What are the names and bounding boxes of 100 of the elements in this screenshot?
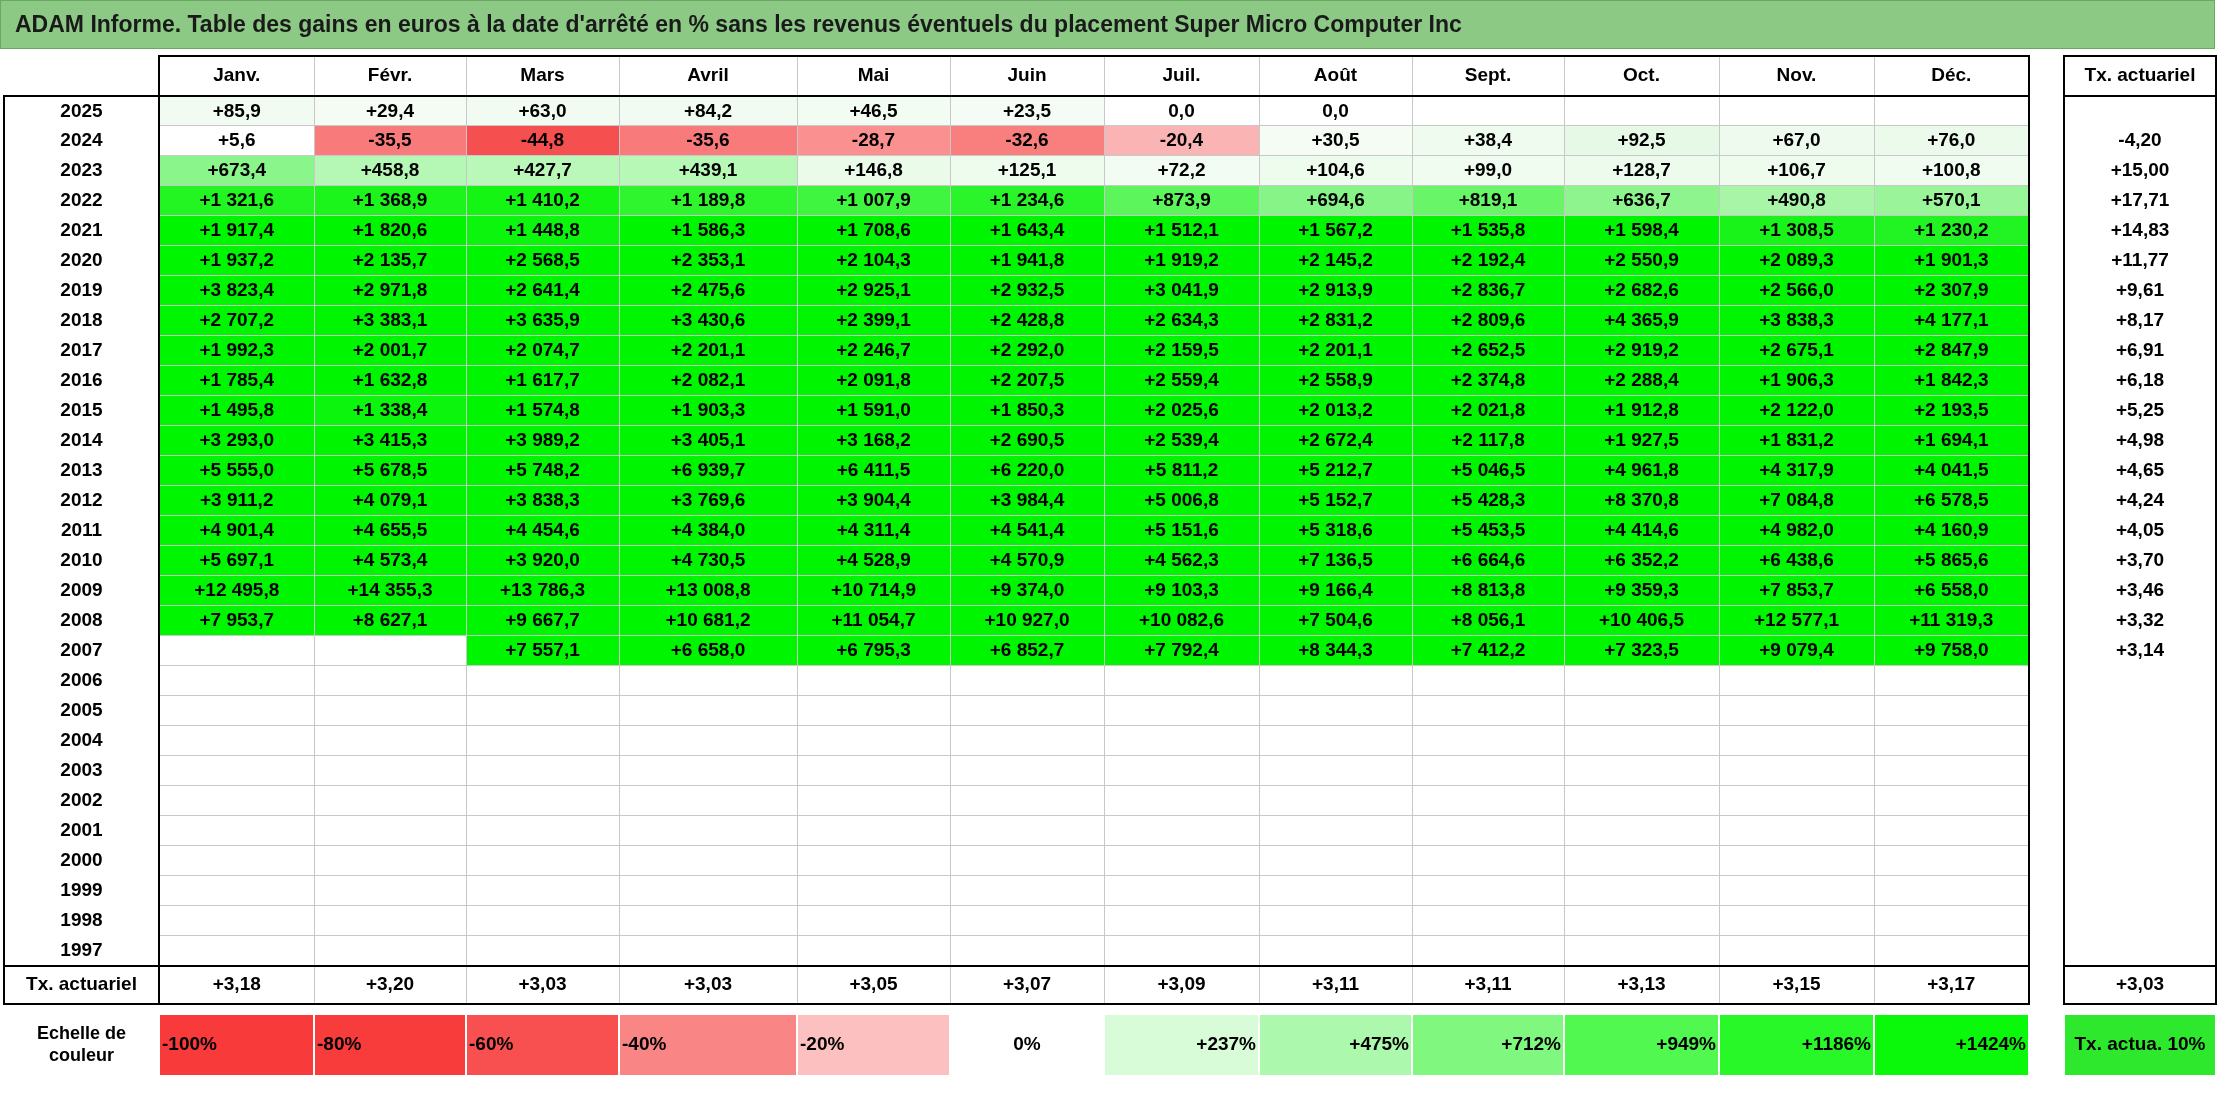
year-label: 2004: [4, 725, 159, 756]
table-cell: +5 748,2: [466, 455, 619, 486]
table-cell: +7 792,4: [1104, 635, 1259, 666]
table-cell: +10 927,0: [950, 605, 1104, 636]
month-header: Janv.: [159, 55, 314, 96]
table-cell: +12 577,1: [1719, 605, 1874, 636]
table-cell: +6 352,2: [1564, 545, 1719, 576]
table-cell: +5 865,6: [1874, 545, 2029, 576]
table-cell: +46,5: [797, 95, 950, 126]
table-cell: +6 220,0: [950, 455, 1104, 486]
table-cell: +99,0: [1412, 155, 1564, 186]
table-cell: +1 901,3: [1874, 245, 2029, 276]
table-cell: +4 901,4: [159, 515, 314, 546]
rate-value: +4,05: [2064, 515, 2216, 546]
table-cell: -44,8: [466, 125, 619, 156]
table-cell: +13 786,3: [466, 575, 619, 606]
table-cell: +2 558,9: [1259, 365, 1412, 396]
table-cell: -32,6: [950, 125, 1104, 156]
table-cell: +9 758,0: [1874, 635, 2029, 666]
scale-swatch: -20%: [797, 1013, 950, 1076]
table-cell: +3 041,9: [1104, 275, 1259, 306]
table-cell: +1 919,2: [1104, 245, 1259, 276]
table-cell: +2 539,4: [1104, 425, 1259, 456]
table-cell: +2 913,9: [1259, 275, 1412, 306]
rate-value: +3,70: [2064, 545, 2216, 576]
table-cell: +458,8: [314, 155, 466, 186]
table-cell: +125,1: [950, 155, 1104, 186]
table-cell: +67,0: [1719, 125, 1874, 156]
table-cell: +427,7: [466, 155, 619, 186]
table-cell: +146,8: [797, 155, 950, 186]
table-cell: +23,5: [950, 95, 1104, 126]
table-cell: +3,07: [950, 965, 1104, 1004]
table-cell: +636,7: [1564, 185, 1719, 216]
table-cell: +2 246,7: [797, 335, 950, 366]
table-cell: +2 399,1: [797, 305, 950, 336]
table-cell: +7 084,8: [1719, 485, 1874, 516]
table-cell: 0,0: [1259, 95, 1412, 126]
table-cell: +3,17: [1874, 965, 2029, 1004]
table-cell: +2 919,2: [1564, 335, 1719, 366]
table-cell: +673,4: [159, 155, 314, 186]
table-cell: +5 428,3: [1412, 485, 1564, 516]
table-cell: +3,11: [1412, 965, 1564, 1004]
table-cell: 0,0: [1104, 95, 1259, 126]
table-cell: +1 694,1: [1874, 425, 2029, 456]
table-cell: +1 591,0: [797, 395, 950, 426]
table-cell: +3 405,1: [619, 425, 797, 456]
table-cell: +2 122,0: [1719, 395, 1874, 426]
table-cell: +3 904,4: [797, 485, 950, 516]
table-cell: +10 681,2: [619, 605, 797, 636]
table-cell: +5 697,1: [159, 545, 314, 576]
table-cell: +14 355,3: [314, 575, 466, 606]
table-cell: +12 495,8: [159, 575, 314, 606]
table-cell: +1 643,4: [950, 215, 1104, 246]
table-cell: -35,5: [314, 125, 466, 156]
rate-value: +4,98: [2064, 425, 2216, 456]
table-cell: +6 852,7: [950, 635, 1104, 666]
year-label: 2002: [4, 785, 159, 816]
table-cell: +2 292,0: [950, 335, 1104, 366]
table-cell: +3,18: [159, 965, 314, 1004]
table-cell: +2 550,9: [1564, 245, 1719, 276]
table-cell: +5 212,7: [1259, 455, 1412, 486]
month-header: Mai: [797, 55, 950, 96]
table-cell: +1 321,6: [159, 185, 314, 216]
table-cell: +1 842,3: [1874, 365, 2029, 396]
table-cell: -28,7: [797, 125, 950, 156]
rate-value: +15,00: [2064, 155, 2216, 186]
table-cell: +100,8: [1874, 155, 2029, 186]
table-cell: +1 820,6: [314, 215, 466, 246]
table-cell: +7 504,6: [1259, 605, 1412, 636]
table-cell: +3 823,4: [159, 275, 314, 306]
table-cell: +2 001,7: [314, 335, 466, 366]
scale-swatch: +1186%: [1719, 1013, 1874, 1076]
table-cell: +1 617,7: [466, 365, 619, 396]
table-cell: +8 370,8: [1564, 485, 1719, 516]
table-cell: +1 992,3: [159, 335, 314, 366]
table-cell: +4 562,3: [1104, 545, 1259, 576]
table-cell: +1 903,3: [619, 395, 797, 426]
table-cell: +3 383,1: [314, 305, 466, 336]
table-cell: +4 730,5: [619, 545, 797, 576]
table-cell: +9 359,3: [1564, 575, 1719, 606]
table-cell: +13 008,8: [619, 575, 797, 606]
table-cell: +439,1: [619, 155, 797, 186]
table-cell: +2 847,9: [1874, 335, 2029, 366]
table-cell: +3 430,6: [619, 305, 797, 336]
table-cell: +1 850,3: [950, 395, 1104, 426]
table-cell: +5,6: [159, 125, 314, 156]
table-cell: +3,03: [619, 965, 797, 1004]
rate-value: +5,25: [2064, 395, 2216, 426]
table-cell: +3 168,2: [797, 425, 950, 456]
rate-value: +3,14: [2064, 635, 2216, 666]
table-cell: +2 809,6: [1412, 305, 1564, 336]
table-cell: +2 682,6: [1564, 275, 1719, 306]
table-cell: +2 159,5: [1104, 335, 1259, 366]
table-cell: +4 982,0: [1719, 515, 1874, 546]
table-cell: +84,2: [619, 95, 797, 126]
rate-value: +4,24: [2064, 485, 2216, 516]
table-cell: +1 189,8: [619, 185, 797, 216]
table-cell: +3,20: [314, 965, 466, 1004]
table-cell: +11 319,3: [1874, 605, 2029, 636]
table-cell: +3 415,3: [314, 425, 466, 456]
